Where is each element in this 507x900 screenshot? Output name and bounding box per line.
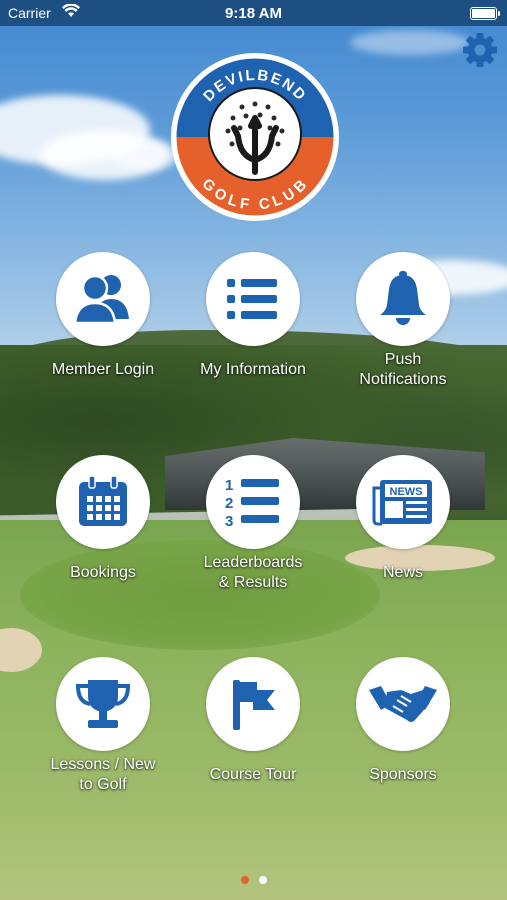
leaderboards-label: Leaderboards & Results (203, 554, 303, 591)
news-button[interactable]: NEWS (356, 455, 450, 549)
gear-icon (463, 33, 497, 67)
member-login-button[interactable] (56, 252, 150, 346)
tile-course-tour[interactable]: Course Tour (178, 657, 328, 807)
page-indicator (0, 876, 507, 884)
tile-member-login[interactable]: Member Login (28, 252, 178, 402)
member-login-label: Member Login (51, 361, 155, 378)
lessons-button[interactable] (56, 657, 150, 751)
course-tour-button[interactable] (206, 657, 300, 751)
svg-text:1: 1 (225, 477, 233, 494)
bell-icon (380, 271, 426, 325)
svg-text:2: 2 (225, 495, 233, 512)
lessons-label: Lessons / New to Golf (50, 756, 156, 793)
sponsors-label: Sponsors (369, 766, 437, 783)
tile-bookings[interactable]: Bookings (28, 455, 178, 605)
numbered-list-icon: 1 2 3 (225, 477, 279, 530)
bookings-label: Bookings (70, 564, 136, 581)
push-notifications-button[interactable] (356, 252, 450, 346)
page-dot-2[interactable] (258, 876, 267, 884)
my-information-label: My Information (200, 361, 306, 378)
status-bar: Carrier 9:18 AM (0, 0, 507, 26)
tile-sponsors[interactable]: Sponsors (328, 657, 478, 807)
leaderboards-button[interactable]: 1 2 3 (206, 455, 300, 549)
members-icon (73, 274, 129, 325)
my-information-button[interactable] (206, 252, 300, 346)
news-label: News (382, 564, 423, 581)
battery-icon (470, 7, 500, 20)
tile-lessons[interactable]: Lessons / New to Golf (28, 657, 178, 807)
tile-news[interactable]: NEWS News (328, 455, 478, 605)
bookings-button[interactable] (56, 455, 150, 549)
club-logo: DEVILBEND GOLF CLUB (170, 52, 340, 222)
newspaper-icon: NEWS (372, 480, 432, 526)
push-notifications-label: Push Notifications (359, 351, 447, 388)
tile-my-information[interactable]: My Information (178, 252, 328, 402)
tile-leaderboards[interactable]: 1 2 3 Leaderboards & Results (178, 455, 328, 605)
cloud (350, 30, 470, 55)
clock: 9:18 AM (225, 5, 282, 22)
tile-push-notifications[interactable]: Push Notifications (328, 252, 478, 402)
list-icon (227, 279, 277, 319)
svg-text:NEWS: NEWS (390, 486, 423, 498)
flag-icon (233, 680, 275, 730)
svg-text:3: 3 (225, 513, 233, 530)
trophy-icon (75, 680, 131, 728)
page-dot-1[interactable] (240, 876, 249, 884)
settings-button[interactable] (461, 31, 499, 69)
handshake-icon (369, 686, 437, 722)
sponsors-button[interactable] (356, 657, 450, 751)
calendar-icon (79, 475, 127, 526)
course-tour-label: Course Tour (209, 766, 297, 783)
